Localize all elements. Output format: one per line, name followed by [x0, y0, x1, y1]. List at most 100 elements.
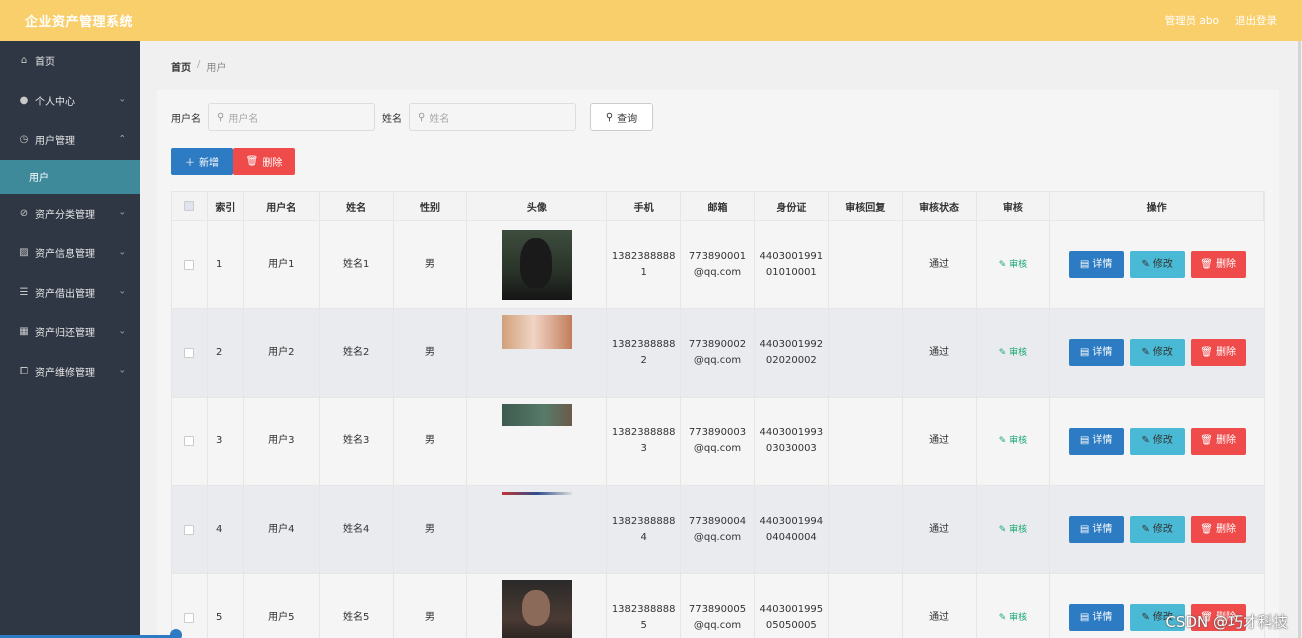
cell-phone: 13823888883	[607, 397, 682, 485]
col-gender: 性别	[394, 192, 468, 220]
search-icon: ⚲	[605, 111, 614, 123]
scroll-handle[interactable]	[170, 629, 182, 638]
delete-button-label: 删除	[262, 158, 283, 169]
sidebar-item-label: 资产信息管理	[35, 249, 95, 261]
edit-button[interactable]: ✎ 修改	[1129, 516, 1185, 544]
row-select-cell	[172, 397, 208, 485]
row-checkbox[interactable]	[184, 524, 195, 535]
vertical-scrollbar[interactable]	[1298, 41, 1301, 638]
sidebar-item-asset-lending[interactable]: ☰ 资产借出管理 ⌄	[0, 273, 140, 313]
cell-audit-status: 通过	[903, 397, 977, 485]
cell-name: 姓名2	[320, 309, 394, 397]
row-checkbox[interactable]	[184, 612, 195, 623]
edit-icon: ✎	[1141, 435, 1150, 447]
cell-email: 773890001@qq.com	[681, 221, 755, 309]
detail-button[interactable]: ▤ 详情	[1068, 516, 1124, 544]
cell-audit-reply	[829, 221, 903, 309]
edit-button[interactable]: ✎ 修改	[1129, 339, 1185, 367]
sidebar-item-asset-repair[interactable]: ⧠ 资产维修管理 ⌄	[0, 352, 140, 392]
delete-label: 删除	[1216, 523, 1236, 535]
sidebar-item-label: 首页	[35, 57, 55, 69]
chevron-down-icon: ⌄	[118, 207, 126, 218]
delete-button[interactable]: 🗑 删除	[1190, 516, 1246, 544]
name-label: 姓名	[382, 113, 402, 125]
idcard-text: 440300199404040004	[759, 515, 824, 543]
edit-button[interactable]: ✎ 修改	[1129, 427, 1185, 455]
delete-button[interactable]: 🗑 删除	[1190, 339, 1246, 367]
audit-link[interactable]: ✎ 审核	[999, 522, 1027, 538]
breadcrumb-home[interactable]: 首页	[171, 59, 191, 74]
clock-icon: ◷	[19, 134, 29, 146]
row-checkbox[interactable]	[184, 436, 195, 447]
cell-gender: 男	[394, 485, 468, 574]
detail-icon: ▤	[1079, 611, 1090, 623]
phone-text: 13823888881	[611, 250, 676, 278]
detail-label: 详情	[1092, 258, 1113, 270]
audit-link[interactable]: ✎ 审核	[999, 345, 1027, 361]
sidebar-item-profile[interactable]: ● 个人中心 ⌄	[0, 81, 140, 121]
cell-email: 773890005@qq.com	[681, 574, 755, 638]
add-button-label: 新增	[199, 158, 219, 169]
cell-gender: 男	[394, 309, 468, 397]
sidebar-item-asset-category[interactable]: ⊘ 资产分类管理 ⌄	[0, 194, 140, 234]
email-text: 773890004@qq.com	[688, 515, 747, 543]
detail-button[interactable]: ▤ 详情	[1068, 339, 1124, 367]
detail-button[interactable]: ▤ 详情	[1068, 427, 1124, 455]
cell-name: 姓名5	[320, 574, 394, 638]
trash-icon: 🗑	[1200, 435, 1213, 447]
cell-audit-reply	[829, 397, 903, 485]
row-select-cell	[172, 221, 208, 309]
row-checkbox[interactable]	[184, 259, 195, 270]
sidebar-item-user-management[interactable]: ◷ 用户管理 ⌃	[0, 120, 140, 160]
sidebar-item-home[interactable]: ⌂ 首页	[0, 41, 140, 81]
cell-email: 773890002@qq.com	[681, 309, 755, 397]
username-search-input[interactable]: ⚲ 用户名	[208, 103, 375, 131]
trash-icon: 🗑	[1200, 346, 1213, 358]
cell-audit-reply	[829, 309, 903, 397]
cell-audit: ✎ 审核	[977, 485, 1051, 574]
current-user[interactable]: 管理员 abo	[1165, 13, 1219, 28]
query-button[interactable]: ⚲ 查询	[590, 103, 653, 131]
chevron-down-icon: ⌄	[118, 326, 126, 337]
row-select-cell	[172, 485, 208, 574]
col-audit-reply: 审核回复	[829, 192, 903, 220]
cell-avatar	[467, 309, 608, 397]
avatar	[501, 403, 572, 426]
audit-link[interactable]: ✎ 审核	[999, 433, 1027, 449]
col-avatar: 头像	[467, 192, 608, 220]
col-audit: 审核	[977, 192, 1051, 220]
grid-icon: ▦	[19, 326, 29, 338]
edit-button[interactable]: ✎ 修改	[1129, 251, 1185, 279]
name-search-input[interactable]: ⚲ 姓名	[409, 103, 576, 131]
app-title: 企业资产管理系统	[25, 15, 134, 30]
sidebar-item-asset-info[interactable]: ▨ 资产信息管理 ⌄	[0, 233, 140, 273]
table-row: 5 用户5 姓名5 男 13823888885 773890005@qq.com…	[171, 574, 1265, 638]
delete-button[interactable]: 🗑 删除	[1190, 427, 1246, 455]
audit-link[interactable]: ✎ 审核	[999, 257, 1027, 273]
add-button[interactable]: ＋ 新增	[171, 148, 233, 175]
edit-label: 修改	[1152, 435, 1173, 447]
sidebar-item-asset-return[interactable]: ▦ 资产归还管理 ⌄	[0, 312, 140, 352]
detail-button[interactable]: ▤ 详情	[1068, 251, 1124, 279]
cell-operations: ▤ 详情 ✎ 修改 🗑 删除	[1050, 309, 1264, 396]
logout-link[interactable]: 退出登录	[1235, 13, 1277, 28]
trash-icon: 🗑	[1200, 258, 1213, 270]
select-all-checkbox[interactable]	[184, 201, 195, 211]
user-table: 索引 用户名 姓名 性别 头像 手机 邮箱 身份证 审核回复 审核状态 审核 操…	[171, 191, 1265, 638]
cell-username: 用户3	[244, 397, 320, 485]
cell-audit: ✎ 审核	[977, 221, 1051, 309]
detail-button[interactable]: ▤ 详情	[1068, 604, 1124, 632]
sidebar-subitem-users[interactable]: 用户	[0, 159, 140, 194]
cell-phone: 13823888884	[607, 485, 682, 574]
select-all-cell[interactable]	[172, 192, 208, 220]
col-operations: 操作	[1050, 192, 1264, 220]
avatar	[501, 491, 572, 495]
delete-button[interactable]: 🗑 删除	[1190, 251, 1246, 279]
cell-gender: 男	[394, 221, 468, 309]
batch-delete-button[interactable]: 🗑 删除	[233, 148, 295, 175]
cell-username: 用户4	[244, 485, 320, 574]
chevron-down-icon: ⌄	[118, 94, 126, 105]
row-checkbox[interactable]	[184, 347, 195, 358]
audit-link[interactable]: ✎ 审核	[999, 610, 1027, 626]
idcard-text: 440300199101010001	[759, 250, 824, 278]
